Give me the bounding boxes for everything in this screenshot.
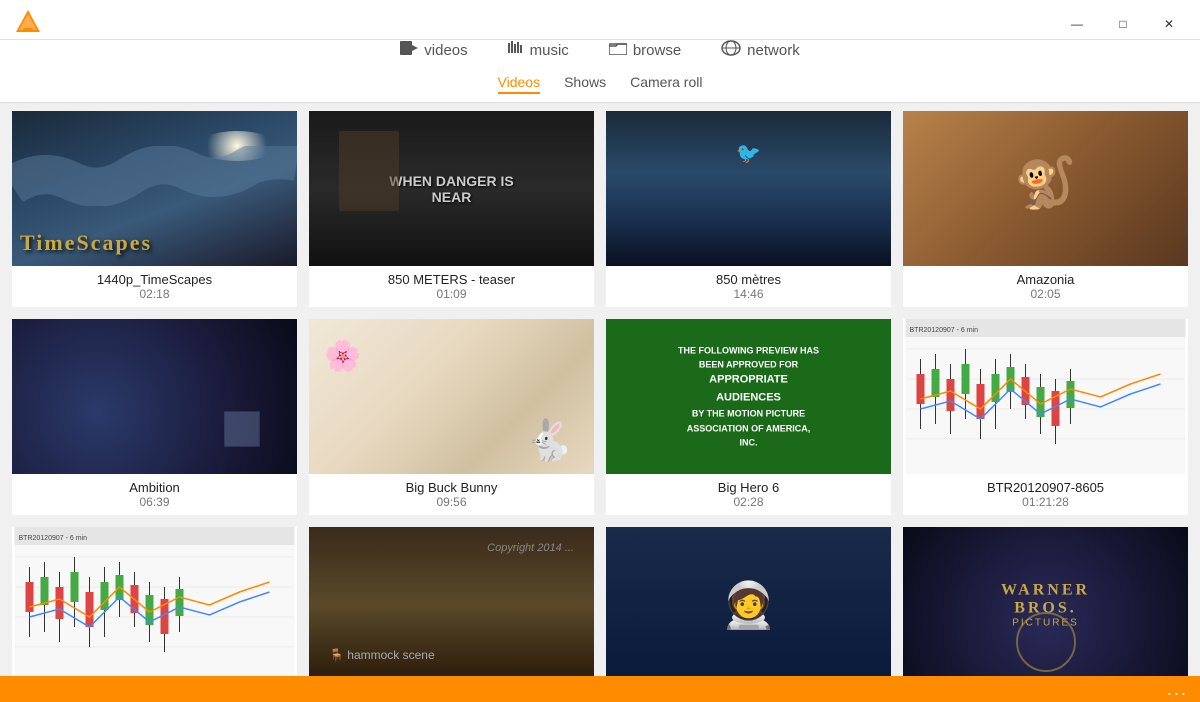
videos-icon — [400, 41, 418, 59]
video-item-v6[interactable]: 🐇 🌸 Big Buck Bunny 09:56 — [309, 319, 594, 515]
video-item-v2[interactable]: WHEN DANGER IS NEAR 850 METERS - teaser … — [309, 111, 594, 307]
video-title: BTR20120907-8605 — [907, 480, 1184, 495]
video-item-v7[interactable]: THE FOLLOWING PREVIEW HAS BEEN APPROVED … — [606, 319, 891, 515]
nav-browse-label: browse — [633, 42, 681, 59]
header-container: — □ ✕ videos music — [0, 0, 1200, 103]
video-info: Amazonia 02:05 — [903, 266, 1188, 307]
video-info: Big Hero 6 02:28 — [606, 474, 891, 515]
video-info: Big Buck Bunny 09:56 — [309, 474, 594, 515]
video-title: Ambition — [16, 480, 293, 495]
video-item-v11[interactable]: 🧑‍🚀 Gravity 02:22 — [606, 527, 891, 676]
video-item-v12[interactable]: WARNER BROS. PICTURES Jupiter Ascending … — [903, 527, 1188, 676]
nav-music-label: music — [530, 42, 569, 59]
video-grid: TimeScapes 1440p_TimeScapes 02:18 WHEN D… — [12, 111, 1188, 676]
nav-music[interactable]: music — [508, 40, 569, 60]
nav-network[interactable]: network — [721, 40, 800, 60]
video-item-v10[interactable]: Copyright 2014 ... 🪑 hammock scene CHAPP… — [309, 527, 594, 676]
video-info: BTR20120907-8605 01:21:28 — [903, 474, 1188, 515]
browse-icon — [609, 41, 627, 59]
video-duration: 02:05 — [907, 287, 1184, 301]
video-item-v8[interactable]: BTR20120907 - 6 min BTR20120907-8605 01:… — [903, 319, 1188, 515]
video-duration: 02:28 — [610, 495, 887, 509]
title-bar: — □ ✕ — [0, 8, 1200, 40]
sub-nav-camera[interactable]: Camera roll — [630, 74, 702, 94]
video-duration: 06:39 — [16, 495, 293, 509]
svg-text:BTR20120907 - 6 min: BTR20120907 - 6 min — [19, 535, 88, 542]
close-button[interactable]: ✕ — [1146, 8, 1192, 40]
nav-videos[interactable]: videos — [400, 40, 467, 60]
video-duration: 01:21:28 — [907, 495, 1184, 509]
video-title: Big Hero 6 — [610, 480, 887, 495]
video-title: 850 METERS - teaser — [313, 272, 590, 287]
video-duration: 02:18 — [16, 287, 293, 301]
music-icon — [508, 40, 524, 60]
video-item-v5[interactable]: Ambition 06:39 — [12, 319, 297, 515]
video-duration: 01:09 — [313, 287, 590, 301]
svg-text:BTR20120907 - 6 min: BTR20120907 - 6 min — [910, 327, 979, 334]
maximize-button[interactable]: □ — [1100, 8, 1146, 40]
sub-nav-videos[interactable]: Videos — [498, 74, 541, 94]
video-item-v4[interactable]: 🐒 Amazonia 02:05 — [903, 111, 1188, 307]
main-nav: videos music browse network — [0, 40, 1200, 68]
video-title: Big Buck Bunny — [313, 480, 590, 495]
network-icon — [721, 40, 741, 60]
video-duration: 09:56 — [313, 495, 590, 509]
video-item-v3[interactable]: 🐦 850 mètres 14:46 — [606, 111, 891, 307]
video-info: 850 mètres 14:46 — [606, 266, 891, 307]
nav-videos-label: videos — [424, 42, 467, 59]
vlc-logo — [14, 8, 42, 36]
sub-nav: Videos Shows Camera roll — [0, 68, 1200, 102]
nav-browse[interactable]: browse — [609, 40, 681, 60]
video-info: Ambition 06:39 — [12, 474, 297, 515]
bottom-bar: ... — [0, 676, 1200, 702]
video-info: 1440p_TimeScapes 02:18 — [12, 266, 297, 307]
minimize-button[interactable]: — — [1054, 8, 1100, 40]
nav-network-label: network — [747, 42, 800, 59]
more-dots[interactable]: ... — [1167, 679, 1188, 700]
video-title: Amazonia — [907, 272, 1184, 287]
video-title: 1440p_TimeScapes — [16, 272, 293, 287]
content-area: TimeScapes 1440p_TimeScapes 02:18 WHEN D… — [0, 103, 1200, 676]
title-bar-controls: — □ ✕ — [1054, 8, 1192, 40]
video-duration: 14:46 — [610, 287, 887, 301]
sub-nav-shows[interactable]: Shows — [564, 74, 606, 94]
video-title: 850 mètres — [610, 272, 887, 287]
video-info: 850 METERS - teaser 01:09 — [309, 266, 594, 307]
video-item-v1[interactable]: TimeScapes 1440p_TimeScapes 02:18 — [12, 111, 297, 307]
video-item-v9[interactable]: BTR20120907 - 6 min BTR20120907-8605 01:… — [12, 527, 297, 676]
